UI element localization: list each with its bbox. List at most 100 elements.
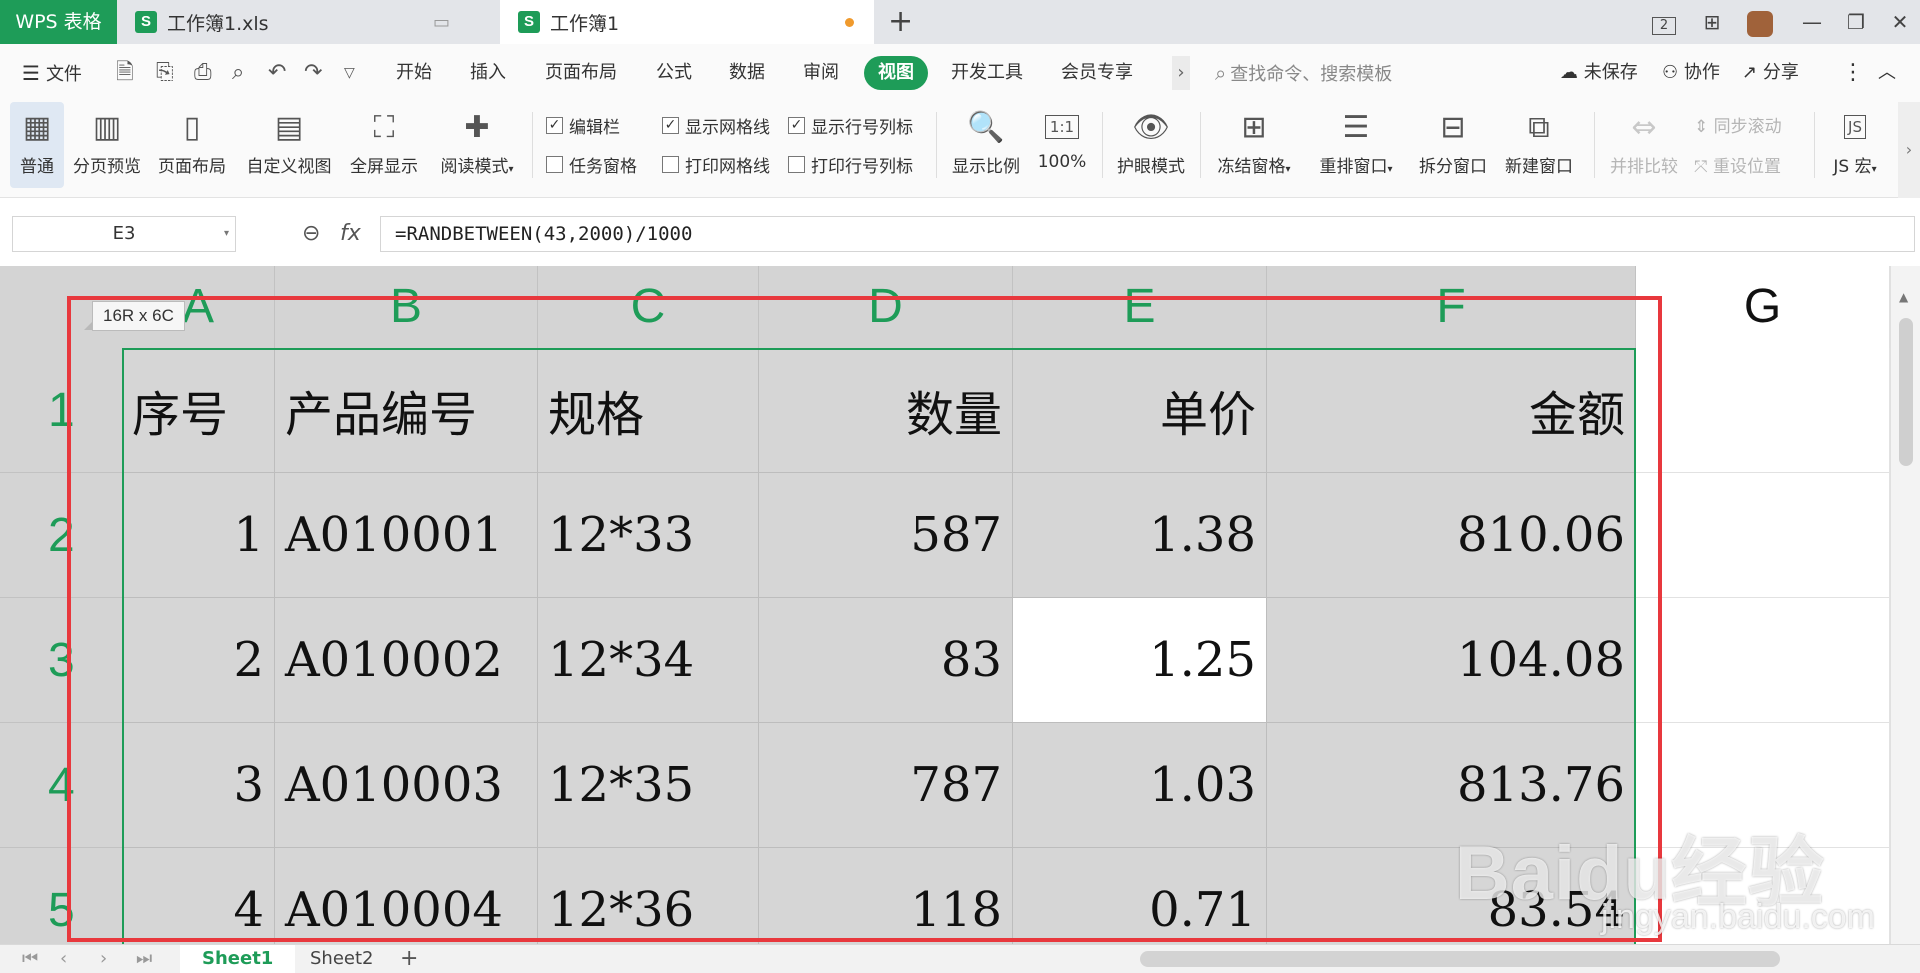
task-pane-checkbox[interactable]: 任务窗格	[546, 151, 637, 177]
headings-checkbox[interactable]: ✓ 显示行号列标	[788, 112, 913, 138]
zoom-formula-icon[interactable]: ⊖	[302, 222, 320, 246]
prev-sheet-icon[interactable]: ‹	[60, 947, 67, 971]
sync-scroll-button[interactable]: ⇕ 同步滚动	[1694, 112, 1782, 137]
column-header-g[interactable]: G	[1636, 266, 1890, 348]
table-cell[interactable]: 83	[759, 598, 1013, 723]
table-cell[interactable]: 12*34	[538, 598, 759, 723]
table-cell[interactable]: 587	[759, 473, 1013, 598]
collaborate-button[interactable]: ⚇ 协作	[1662, 56, 1720, 90]
print-gridlines-checkbox[interactable]: 打印网格线	[662, 151, 770, 177]
print-icon[interactable]: ⎙	[194, 60, 212, 86]
save-icon[interactable]: 🗎	[116, 60, 134, 86]
undo-icon[interactable]: ↶	[268, 60, 286, 86]
vertical-scroll-thumb[interactable]	[1899, 318, 1913, 466]
page-break-preview-button[interactable]: ▥ 分页预览	[70, 102, 144, 188]
tab-data[interactable]: 数据	[729, 56, 765, 90]
table-header-cell[interactable]: 产品编号	[275, 348, 538, 473]
column-header-f[interactable]: F	[1267, 266, 1636, 348]
reading-mode-button[interactable]: ✚ 阅读模式▾	[432, 102, 522, 188]
table-cell[interactable]: 12*36	[538, 848, 759, 944]
table-cell[interactable]: 4	[122, 848, 275, 944]
tab-page-layout[interactable]: 页面布局	[545, 56, 617, 90]
table-cell[interactable]: 118	[759, 848, 1013, 944]
new-tab-button[interactable]: +	[888, 4, 913, 40]
formula-input[interactable]: =RANDBETWEEN(43,2000)/1000	[380, 216, 1915, 252]
column-header-d[interactable]: D	[759, 266, 1013, 348]
collapse-ribbon-icon[interactable]: ︿	[1878, 56, 1896, 90]
table-header-cell[interactable]: 金额	[1267, 348, 1636, 473]
table-cell[interactable]: 787	[759, 723, 1013, 848]
table-cell[interactable]: A010002	[275, 598, 538, 723]
freeze-panes-button[interactable]: ⊞ 冻结窗格▾	[1210, 102, 1298, 188]
arrange-windows-button[interactable]: ☰ 重排窗口▾	[1312, 102, 1400, 188]
tab-review[interactable]: 审阅	[803, 56, 839, 90]
gridlines-checkbox[interactable]: ✓ 显示网格线	[662, 112, 770, 138]
zoom-button[interactable]: 🔍 显示比例	[946, 102, 1026, 188]
js-macro-button[interactable]: JS JS 宏▾	[1822, 102, 1888, 188]
tab-workbook-active[interactable]: S 工作簿1	[500, 0, 874, 44]
row-header-2[interactable]: 2	[0, 473, 122, 598]
function-icon[interactable]: fx	[340, 222, 361, 246]
row-header-1[interactable]: 1	[0, 348, 122, 473]
tab-home[interactable]: 开始	[396, 56, 432, 90]
formula-bar-checkbox[interactable]: ✓ 编辑栏	[546, 112, 620, 138]
scroll-up-icon[interactable]: ▲	[1899, 290, 1908, 304]
close-icon[interactable]: ✕	[1880, 0, 1920, 44]
vertical-scrollbar[interactable]: ▲	[1890, 266, 1920, 944]
custom-view-button[interactable]: ▤ 自定义视图	[242, 102, 336, 188]
command-search-input[interactable]: ⌕ 查找命令、搜索模板	[1215, 56, 1392, 90]
grid-apps-icon[interactable]: ⊞	[1692, 0, 1732, 44]
row-header-4[interactable]: 4	[0, 723, 122, 848]
table-cell[interactable]: A010001	[275, 473, 538, 598]
tab-formulas[interactable]: 公式	[656, 56, 692, 90]
new-window-button[interactable]: ⧉ 新建窗口	[1500, 102, 1578, 188]
column-header-b[interactable]: B	[275, 266, 538, 348]
chevron-down-icon[interactable]: ▾	[224, 217, 229, 251]
name-box[interactable]: E3 ▾	[12, 216, 236, 252]
share-button[interactable]: ↗ 分享	[1742, 56, 1799, 90]
table-cell[interactable]: 0.71	[1013, 848, 1267, 944]
redo-icon[interactable]: ↷	[304, 60, 322, 86]
tab-view[interactable]: 视图	[864, 56, 928, 90]
column-header-c[interactable]: C	[538, 266, 759, 348]
sheet-tab-sheet1[interactable]: Sheet1	[180, 945, 296, 973]
tab-insert[interactable]: 插入	[470, 56, 506, 90]
table-cell[interactable]: 1.03	[1013, 723, 1267, 848]
eye-protection-button[interactable]: 👁 护眼模式	[1112, 102, 1190, 188]
add-sheet-button[interactable]: +	[400, 947, 418, 971]
more-tabs-button[interactable]: ›	[1172, 56, 1190, 90]
table-header-cell[interactable]: 单价	[1013, 348, 1267, 473]
multi-window-icon[interactable]: 2	[1644, 0, 1684, 44]
active-cell[interactable]: 1.25	[1013, 598, 1267, 723]
minimize-icon[interactable]: —	[1792, 0, 1832, 44]
table-cell[interactable]: 2	[122, 598, 275, 723]
row-header-3[interactable]: 3	[0, 598, 122, 723]
table-cell[interactable]: 3	[122, 723, 275, 848]
restore-icon[interactable]: ❐	[1836, 0, 1876, 44]
table-cell[interactable]: 1.38	[1013, 473, 1267, 598]
tab-workbook-xls[interactable]: S 工作簿1.xls ▭	[117, 0, 500, 44]
sheet-tab-sheet2[interactable]: Sheet2	[288, 945, 396, 973]
customize-dropdown-icon[interactable]: ▽	[344, 60, 355, 86]
table-header-cell[interactable]: 规格	[538, 348, 759, 473]
table-cell[interactable]: 810.06	[1267, 473, 1636, 598]
empty-cell[interactable]	[1636, 598, 1890, 723]
horizontal-scroll-thumb[interactable]	[1140, 951, 1780, 967]
reset-position-button[interactable]: ⤧ 重设位置	[1694, 152, 1781, 177]
table-cell[interactable]: 12*35	[538, 723, 759, 848]
empty-cell[interactable]	[1636, 473, 1890, 598]
fullscreen-button[interactable]: ⛶ 全屏显示	[346, 102, 422, 188]
table-header-cell[interactable]: 数量	[759, 348, 1013, 473]
export-icon[interactable]: ⎘	[156, 60, 174, 86]
zoom-100-button[interactable]: 1:1 100%	[1032, 102, 1092, 188]
first-sheet-icon[interactable]: ⏮	[22, 947, 38, 971]
column-header-e[interactable]: E	[1013, 266, 1267, 348]
unsaved-button[interactable]: ☁ 未保存	[1560, 56, 1638, 90]
ribbon-scroll-right-icon[interactable]: ›	[1898, 102, 1920, 198]
print-preview-icon[interactable]: ⌕	[232, 60, 244, 86]
file-menu[interactable]: ☰ 文件	[22, 56, 82, 90]
side-by-side-button[interactable]: ⇔ 并排比较	[1604, 102, 1684, 188]
normal-view-button[interactable]: ▦ 普通	[10, 102, 64, 188]
page-layout-view-button[interactable]: ▯ 页面布局	[154, 102, 230, 188]
wps-app-tab[interactable]: WPS 表格	[0, 0, 117, 44]
